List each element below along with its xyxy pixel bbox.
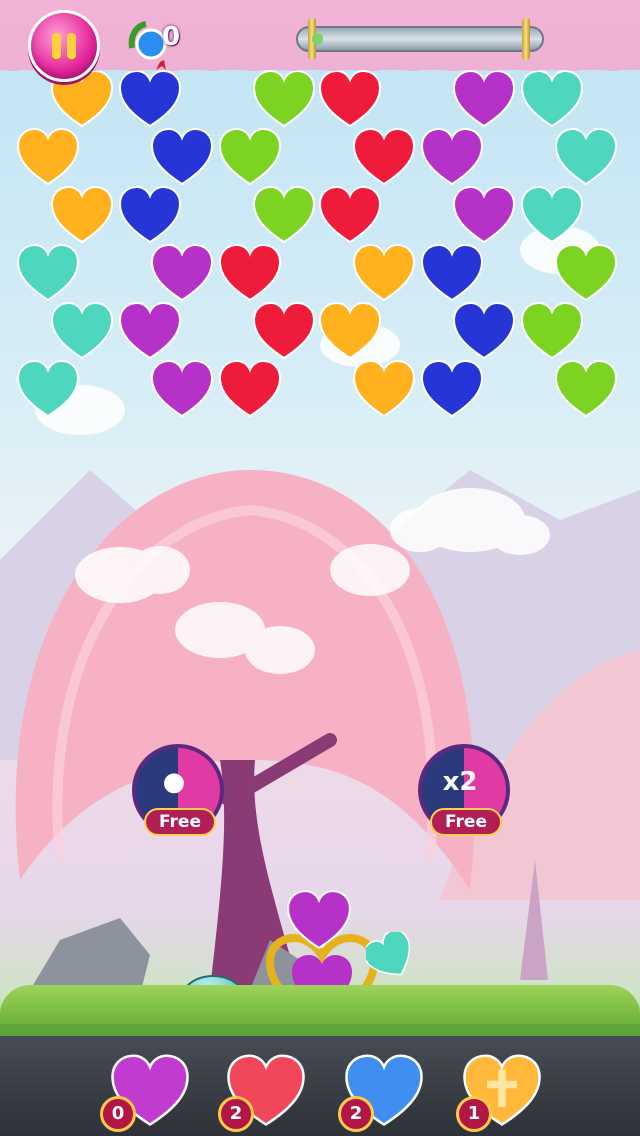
rock-floor: [0, 1024, 640, 1136]
heart-bubble-teal: [555, 128, 617, 185]
heart-bubble-teal: [51, 302, 113, 359]
next-heart-icon[interactable]: [366, 932, 416, 982]
heart-bubble-yellow: [51, 186, 113, 243]
cross-heart-tool-count: 1: [456, 1096, 492, 1132]
heart-bubble-yellow: [353, 244, 415, 301]
heart-bubble-purple: [119, 302, 181, 359]
medal-count: 0: [162, 22, 181, 52]
heart-bubble-blue: [453, 302, 515, 359]
heart-bubble-green: [521, 302, 583, 359]
stripe-booster-free-label: Free: [144, 808, 216, 836]
x2-booster-button[interactable]: x2 Free: [418, 744, 510, 836]
heart-bubble-green: [219, 128, 281, 185]
stripe-booster-icon: ●: [162, 767, 186, 797]
heart-bubble-blue: [421, 244, 483, 301]
heart-bubble-red: [353, 128, 415, 185]
heart-bubble-purple: [453, 186, 515, 243]
heart-bubble-green: [253, 186, 315, 243]
lightning-heart-tool-count: 2: [338, 1096, 374, 1132]
heart-bubble-red: [219, 360, 281, 417]
heart-bubble-red: [253, 302, 315, 359]
heart-bubble-yellow: [17, 128, 79, 185]
heart-bubble-yellow: [353, 360, 415, 417]
winged-heart-tool-count: 0: [100, 1096, 136, 1132]
heart-bubble-teal: [17, 244, 79, 301]
heart-bubble-green: [555, 244, 617, 301]
heart-bubble-purple: [151, 360, 213, 417]
heart-bubble-blue: [151, 128, 213, 185]
x2-booster-free-label: Free: [430, 808, 502, 836]
heart-bubble-blue: [421, 360, 483, 417]
heart-bubble-purple: [151, 244, 213, 301]
pause-button[interactable]: [28, 10, 100, 82]
heart-bubble-green: [555, 360, 617, 417]
stripe-booster-button[interactable]: ● Free: [132, 744, 224, 836]
level-progress-bar: [296, 18, 544, 60]
heart-bubble-blue: [119, 186, 181, 243]
heart-bubble-purple: [421, 128, 483, 185]
heart-bubble-red: [319, 186, 381, 243]
fire-heart-tool-count: 2: [218, 1096, 254, 1132]
current-heart-icon: [287, 890, 351, 949]
level-progress-fill: [312, 33, 323, 45]
grass-ground: [0, 985, 640, 1025]
x2-booster-icon: x2: [442, 767, 478, 797]
heart-bubble-red: [219, 244, 281, 301]
